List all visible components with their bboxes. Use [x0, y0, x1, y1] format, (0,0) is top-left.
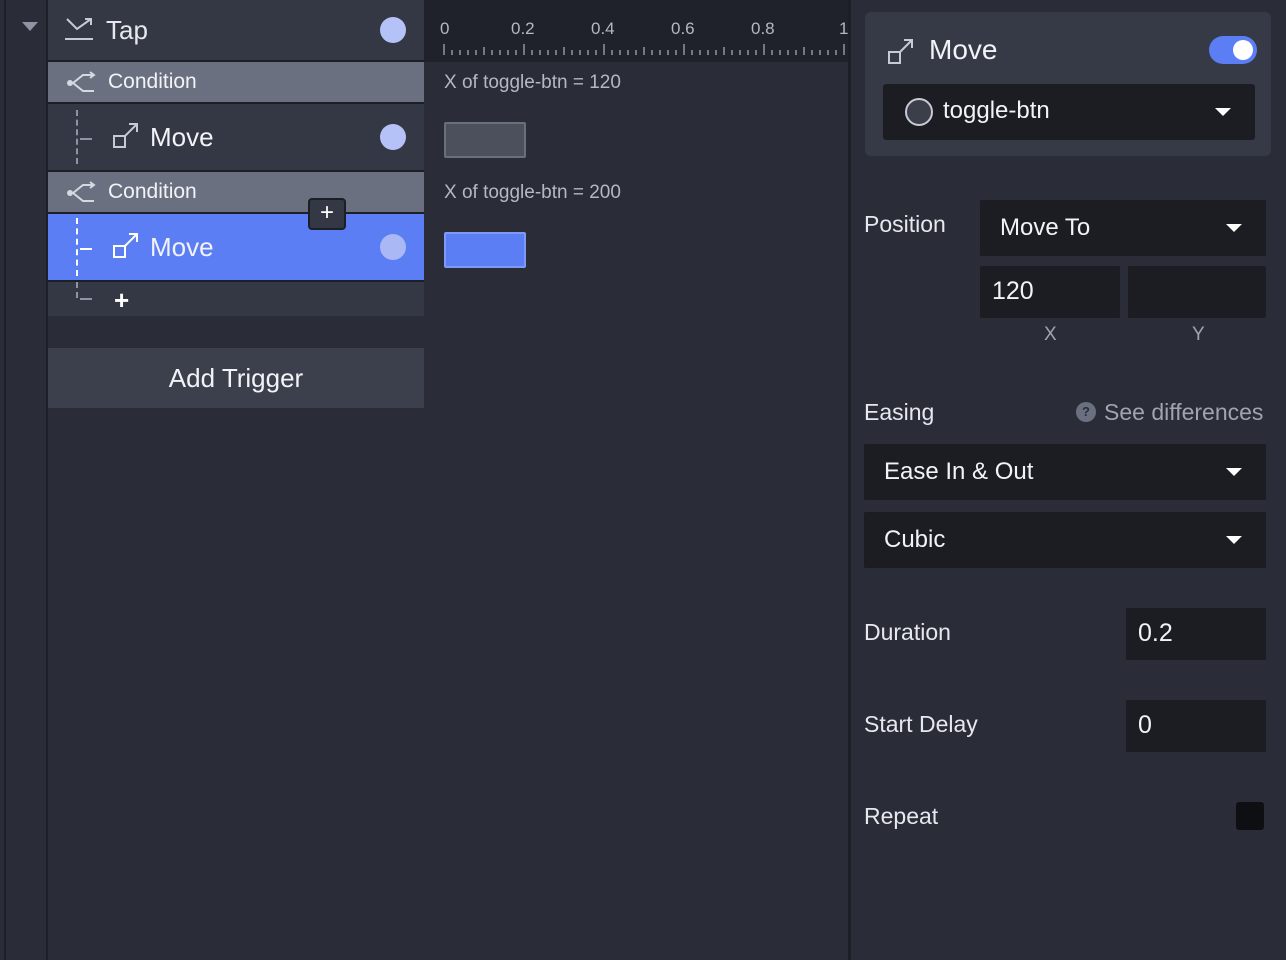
condition-label: Condition	[108, 70, 197, 93]
repeat-label: Repeat	[864, 803, 939, 829]
timeline-bar-selected[interactable]	[444, 232, 526, 268]
action-status-dot[interactable]	[380, 124, 406, 150]
start-delay-input[interactable]: 0	[1126, 700, 1266, 752]
duration-value: 0.2	[1138, 619, 1173, 647]
duration-input[interactable]: 0.2	[1126, 608, 1266, 660]
add-action-row[interactable]: +	[48, 280, 424, 316]
left-gutter	[0, 0, 48, 960]
collapse-caret-icon[interactable]	[22, 22, 38, 31]
action-row-move[interactable]: Move	[48, 104, 424, 170]
tree-connector	[76, 110, 78, 164]
move-icon	[888, 39, 913, 64]
tree-connector	[80, 248, 92, 250]
x-value: 120	[992, 277, 1034, 305]
ruler-label: 0.2	[511, 19, 535, 38]
start-delay-value: 0	[1138, 711, 1152, 739]
easing-label: Easing	[864, 399, 935, 425]
position-label: Position	[864, 211, 946, 237]
easing-type-select[interactable]: Ease In & Out	[864, 444, 1266, 500]
target-layer-icon	[905, 98, 933, 126]
ruler-ticks	[443, 44, 845, 55]
tree-connector	[76, 218, 78, 276]
repeat-checkbox[interactable]	[1236, 802, 1264, 830]
trigger-status-dot[interactable]	[380, 17, 406, 43]
action-label: Move	[150, 121, 214, 152]
dropdown-caret-icon	[1226, 224, 1242, 232]
timeline-bar[interactable]	[444, 122, 526, 158]
action-label: Move	[150, 231, 214, 262]
x-input[interactable]: 120	[980, 266, 1120, 318]
timeline-row-label: X of toggle-btn = 120	[444, 72, 621, 93]
timeline-row-label: X of toggle-btn = 200	[444, 182, 621, 203]
gutter-divider	[4, 0, 6, 960]
add-trigger-button[interactable]: Add Trigger	[48, 348, 424, 408]
easing-curve-select[interactable]: Cubic	[864, 512, 1266, 568]
insert-action-button[interactable]: +	[308, 198, 346, 230]
y-input[interactable]	[1128, 266, 1266, 318]
toggle-knob	[1233, 40, 1253, 60]
easing-curve-value: Cubic	[884, 526, 946, 553]
start-delay-label: Start Delay	[864, 711, 978, 737]
condition-row[interactable]: Condition	[48, 60, 424, 104]
ruler-label: 0	[440, 19, 450, 38]
action-title: Move	[929, 34, 998, 65]
tap-gesture-icon	[65, 18, 93, 40]
target-value: toggle-btn	[943, 97, 1050, 124]
dropdown-caret-icon	[1226, 536, 1242, 544]
position-mode-value: Move To	[1000, 214, 1091, 241]
x-label: X	[1044, 324, 1057, 345]
condition-branch-icon	[67, 71, 96, 92]
condition-label: Condition	[108, 180, 197, 203]
condition-row[interactable]: Condition	[48, 170, 424, 214]
add-action-icon[interactable]: +	[114, 285, 129, 316]
enable-toggle[interactable]	[1209, 36, 1257, 64]
timeline: 0 0.2 0.4 0.6 0.8 1 X of toggle-btn = 12…	[424, 0, 850, 960]
action-row-move-selected[interactable]: Move	[48, 214, 424, 280]
easing-type-value: Ease In & Out	[884, 458, 1034, 485]
trigger-tree: Tap Condition Move Condition Move +	[48, 0, 424, 316]
y-label: Y	[1192, 324, 1205, 345]
ruler-label: 0.8	[751, 19, 775, 38]
tree-connector	[80, 298, 92, 300]
dropdown-caret-icon	[1226, 468, 1242, 476]
interaction-editor: Tap Condition Move Condition Move + + Ad…	[0, 0, 1286, 960]
target-select[interactable]: toggle-btn	[883, 84, 1255, 140]
properties-panel: Move toggle-btn Position Move To 120 X Y…	[851, 0, 1286, 960]
action-status-dot[interactable]	[380, 234, 406, 260]
trigger-label: Tap	[106, 14, 148, 45]
tree-connector	[80, 138, 92, 140]
ruler-label: 0.6	[671, 19, 695, 38]
trigger-row-tap[interactable]: Tap	[48, 0, 424, 60]
duration-label: Duration	[864, 619, 951, 645]
dropdown-caret-icon	[1215, 108, 1231, 116]
timeline-ruler[interactable]: 0 0.2 0.4 0.6 0.8 1	[424, 0, 850, 62]
help-icon[interactable]: ?	[1076, 402, 1096, 422]
tree-connector	[76, 282, 78, 298]
position-mode-select[interactable]: Move To	[980, 200, 1266, 256]
move-icon	[113, 233, 138, 258]
see-differences-link[interactable]: See differences	[1104, 399, 1263, 426]
condition-branch-icon	[67, 181, 96, 202]
action-header-card: Move toggle-btn	[865, 12, 1271, 156]
move-icon	[113, 123, 138, 148]
ruler-label: 0.4	[591, 19, 615, 38]
